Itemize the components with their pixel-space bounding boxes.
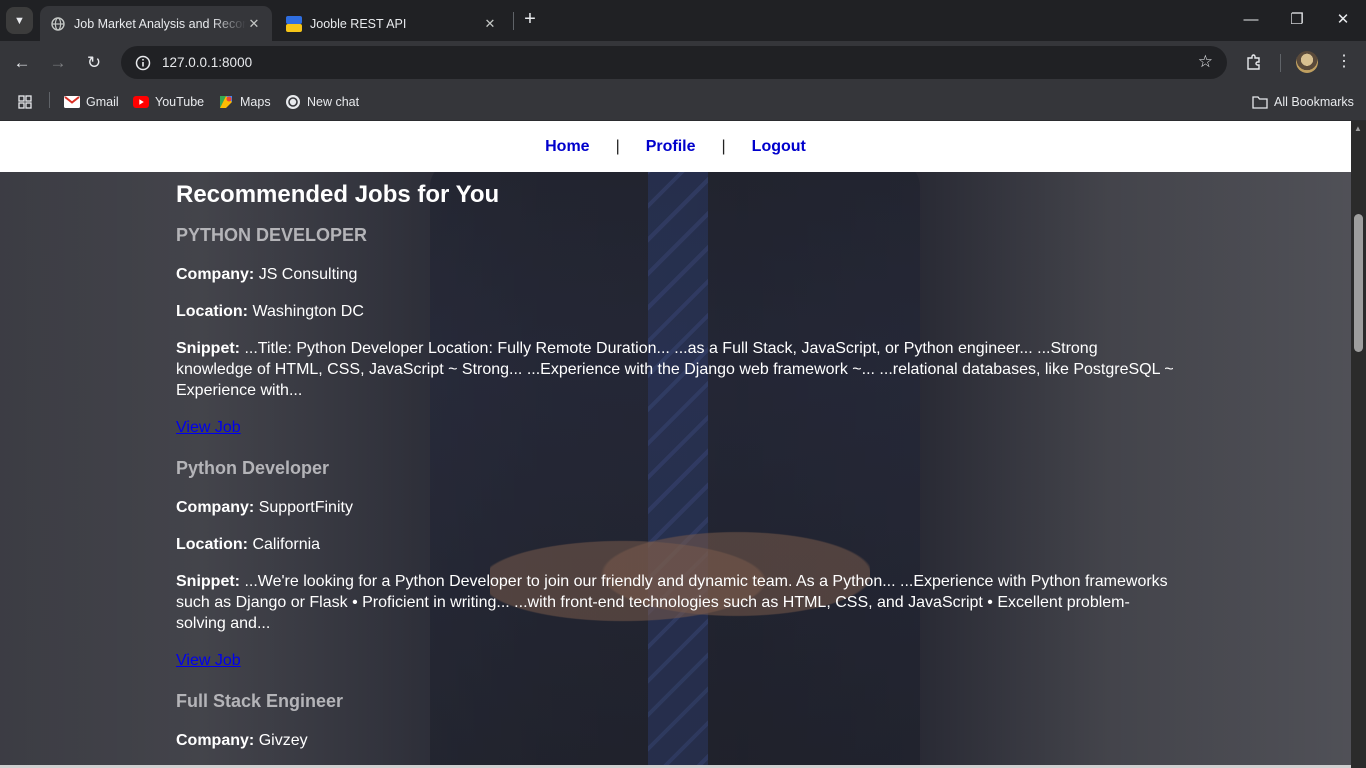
recommendations-section: Recommended Jobs for You PYTHON DEVELOPE… [176, 177, 1176, 767]
tab-search-button[interactable]: ▼ [6, 7, 33, 34]
reload-button[interactable]: ↻ [81, 50, 107, 76]
youtube-icon [133, 94, 149, 110]
bookmark-label: Gmail [86, 95, 119, 109]
job-card: Full Stack Engineer Company: Givzey [176, 689, 1176, 751]
company-label: Company: [176, 732, 255, 749]
site-navbar: Home | Profile | Logout [0, 121, 1351, 172]
bookmark-label: YouTube [155, 95, 205, 109]
kebab-menu-icon: ⋮ [1336, 53, 1352, 70]
job-title: PYTHON DEVELOPER [176, 225, 368, 245]
gmail-icon [64, 94, 80, 110]
globe-icon [50, 16, 66, 32]
location-label: Location: [176, 303, 248, 320]
close-icon[interactable]: ✕ [482, 16, 498, 32]
bookmark-star-icon[interactable]: ☆ [1198, 53, 1213, 71]
company-value: SupportFinity [258, 499, 353, 516]
view-job-link[interactable]: View Job [176, 650, 241, 671]
nav-separator: | [721, 137, 726, 155]
back-button[interactable]: ← [9, 50, 35, 76]
job-snippet: Snippet: ...We're looking for a Python D… [176, 571, 1176, 634]
jooble-icon [286, 15, 302, 32]
page-title: Recommended Jobs for You [176, 181, 500, 208]
close-icon[interactable]: ✕ [246, 16, 262, 32]
extensions-button[interactable] [1242, 50, 1266, 74]
job-title: Full Stack Engineer [176, 691, 344, 711]
view-job-link[interactable]: View Job [176, 417, 241, 438]
maps-icon [218, 94, 234, 110]
company-value: Givzey [258, 732, 308, 749]
tab-strip: ▼ Job Market Analysis and Recommendation… [0, 0, 1366, 41]
bookmarks-bar: Gmail YouTube Maps New chat All Bookmark… [0, 84, 1366, 121]
bookmark-gmail[interactable]: Gmail [64, 92, 119, 112]
scroll-up-arrow-icon[interactable]: ▲ [1354, 124, 1362, 133]
tab-jooble-api[interactable]: Jooble REST API ✕ [276, 6, 508, 41]
job-company: Company: SupportFinity [176, 497, 1176, 518]
reload-icon: ↻ [86, 53, 102, 72]
snippet-label: Snippet: [176, 573, 240, 590]
nav-separator: | [615, 137, 620, 155]
close-icon: ✕ [1336, 11, 1350, 28]
browser-toolbar: ← → ↻ 127.0.0.1:8000 ☆ ⋮ [0, 41, 1366, 84]
apps-grid-icon [17, 94, 33, 110]
job-card: Python Developer Company: SupportFinity … [176, 456, 1176, 689]
toolbar-divider [1280, 54, 1281, 72]
job-title: Python Developer [176, 458, 330, 478]
arrow-right-icon: → [49, 53, 67, 72]
profile-avatar[interactable] [1296, 51, 1318, 73]
bookmark-new-chat[interactable]: New chat [285, 92, 359, 112]
tab-divider [513, 12, 514, 30]
address-bar[interactable]: 127.0.0.1:8000 ☆ [121, 46, 1227, 79]
site-info-icon[interactable] [134, 54, 152, 72]
minimize-icon: — [1243, 11, 1259, 28]
company-value: JS Consulting [258, 266, 358, 283]
all-bookmarks-button[interactable]: All Bookmarks [1252, 92, 1354, 112]
location-label: Location: [176, 536, 248, 553]
arrow-left-icon: ← [13, 53, 31, 72]
job-location: Location: Washington DC [176, 301, 1176, 322]
forward-button[interactable]: → [45, 50, 71, 76]
plus-icon: + [524, 8, 536, 30]
job-company: Company: JS Consulting [176, 264, 1176, 285]
close-window-button[interactable]: ✕ [1331, 8, 1355, 32]
minimize-button[interactable]: — [1239, 8, 1263, 32]
chevron-down-icon: ▼ [14, 14, 25, 27]
all-bookmarks-label: All Bookmarks [1274, 95, 1354, 109]
company-label: Company: [176, 499, 255, 516]
bookmark-label: Maps [240, 95, 271, 109]
scrollbar-thumb[interactable] [1354, 214, 1363, 352]
chatgpt-icon [285, 94, 301, 110]
job-snippet: Snippet: ...Title: Python Developer Loca… [176, 338, 1176, 401]
menu-button[interactable]: ⋮ [1332, 50, 1356, 74]
tab-job-market[interactable]: Job Market Analysis and Recommendations … [40, 6, 272, 41]
bookmarks-divider [49, 92, 50, 108]
bookmark-label: New chat [307, 95, 360, 109]
nav-profile-link[interactable]: Profile [646, 138, 696, 156]
folder-icon [1252, 94, 1268, 110]
snippet-value: ...Title: Python Developer Location: Ful… [176, 340, 1174, 399]
snippet-label: Snippet: [176, 340, 240, 357]
restore-button[interactable]: ❐ [1285, 8, 1309, 32]
location-value: Washington DC [252, 303, 364, 320]
job-card: PYTHON DEVELOPER Company: JS Consulting … [176, 223, 1176, 456]
tab-title: Jooble REST API [310, 16, 407, 31]
nav-logout-link[interactable]: Logout [752, 138, 806, 156]
puzzle-icon [1247, 54, 1260, 70]
job-company: Company: Givzey [176, 730, 1176, 751]
job-location: Location: California [176, 534, 1176, 555]
apps-button[interactable] [17, 92, 39, 112]
tab-title: Job Market Analysis and Recommendations [74, 16, 246, 31]
snippet-value: ...We're looking for a Python Developer … [176, 573, 1168, 632]
bookmark-maps[interactable]: Maps [218, 92, 271, 112]
new-tab-button[interactable]: + [519, 9, 541, 31]
page-viewport: Home | Profile | Logout Recommended Jobs… [0, 121, 1351, 768]
url-text[interactable]: 127.0.0.1:8000 [162, 55, 252, 70]
nav-home-link[interactable]: Home [545, 138, 589, 156]
company-label: Company: [176, 266, 255, 283]
location-value: California [252, 536, 321, 553]
bookmark-youtube[interactable]: YouTube [133, 92, 204, 112]
restore-icon: ❐ [1290, 11, 1304, 28]
